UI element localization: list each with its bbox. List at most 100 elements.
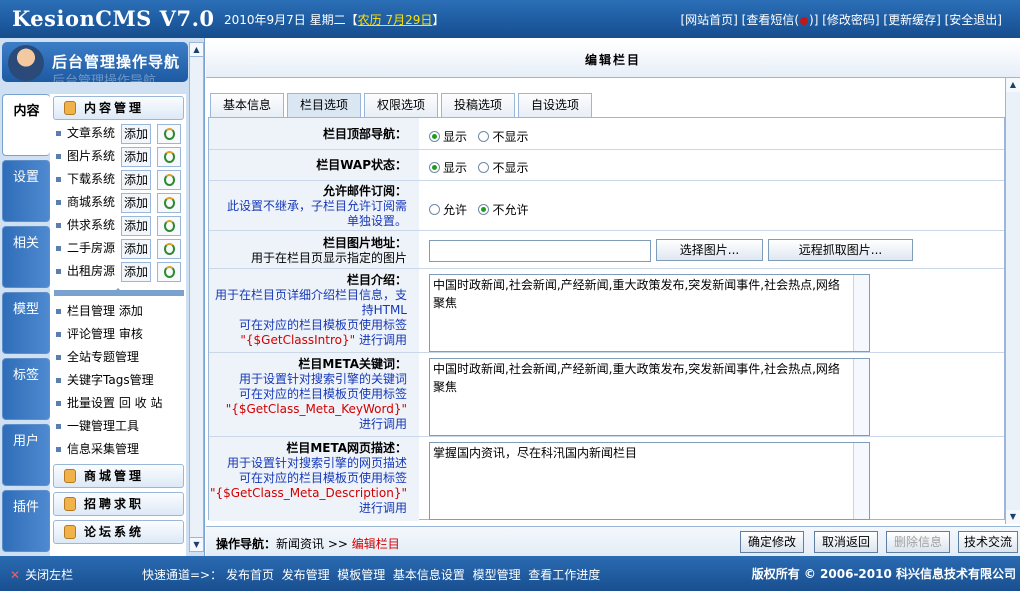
change-password-link[interactable]: [修改密码] [822,13,879,27]
radio-top-nav-hide[interactable]: 不显示 [478,130,528,144]
breadcrumb-current: 编辑栏目 [351,537,400,551]
quick-link-publish-home[interactable]: 发布首页 [226,568,274,582]
update-cache-link[interactable]: [更新缓存] [883,13,940,27]
vtab-labels[interactable]: 标签 [2,358,50,420]
menu-item-rental[interactable]: 出租房源 [56,261,115,281]
menu-item-batch-recycle[interactable]: 批量设置 回 收 站 [56,393,162,413]
scroll-up-icon[interactable]: ▲ [190,43,203,57]
lunar-date-link[interactable]: 农历 7月29日 [358,13,433,27]
menu-item-download[interactable]: 下载系统 [56,169,115,189]
breadcrumb-news-link[interactable]: 新闻资讯 [276,537,324,551]
tab-custom-options[interactable]: 自设选项 [518,93,592,117]
vtab-users[interactable]: 用户 [2,424,50,486]
add-used-house-button[interactable]: 添加 [121,239,151,259]
section-forum-system[interactable]: 论坛系统 [53,520,184,544]
edit-icon [164,266,175,278]
quick-link-basic-settings[interactable]: 基本信息设置 [393,568,465,582]
edit-shop-button[interactable] [157,193,181,213]
vtab-content[interactable]: 内容 [2,94,50,156]
radio-wap-show[interactable]: 显示 [429,161,467,175]
radio-top-nav-show[interactable]: 显示 [429,130,467,144]
add-article-button[interactable]: 添加 [121,124,151,144]
select-image-button[interactable]: 选择图片... [656,239,763,261]
menu-item-supply[interactable]: 供求系统 [56,215,115,235]
cancel-button[interactable]: 取消返回 [814,531,878,553]
row-top-nav: 栏目顶部导航： 显示 不显示 [209,118,1004,150]
main-scrollbar[interactable]: ▲ ▼ [1005,78,1020,524]
textarea-scrollbar[interactable] [853,359,869,435]
menu-item-photo[interactable]: 图片系统 [56,146,115,166]
row-image: 栏目图片地址： 用于在栏目页显示指定的图片 选择图片... 远程抓取图片... [209,231,1004,269]
radio-wap-hide[interactable]: 不显示 [478,161,528,175]
scroll-up-icon[interactable]: ▲ [1006,78,1020,92]
collapse-divider[interactable] [54,288,184,296]
tab-permission-options[interactable]: 权限选项 [364,93,438,117]
vtab-model[interactable]: 模型 [2,292,50,354]
menu-item-article[interactable]: 文章系统 [56,123,115,143]
nav-header: 后台管理操作导航 后台管理操作导航 [2,42,188,82]
tab-category-options[interactable]: 栏目选项 [287,93,361,117]
add-supply-button[interactable]: 添加 [121,216,151,236]
vtab-plugins[interactable]: 插件 [2,490,50,552]
vtab-related[interactable]: 相关 [2,226,50,288]
tab-submission-options[interactable]: 投稿选项 [441,93,515,117]
image-url-input[interactable] [429,240,651,262]
edit-photo-button[interactable] [157,147,181,167]
edit-icon [164,220,175,232]
page-title: 编辑栏目 [206,42,1020,78]
add-rental-button[interactable]: 添加 [121,262,151,282]
quick-link-work-progress[interactable]: 查看工作进度 [528,568,600,582]
quick-link-publish-manage[interactable]: 发布管理 [282,568,330,582]
edit-used-house-button[interactable] [157,239,181,259]
logout-link[interactable]: [安全退出] [945,13,1002,27]
scroll-down-icon[interactable]: ▼ [190,537,203,551]
confirm-button[interactable]: 确定修改 [740,531,804,553]
remote-fetch-image-button[interactable]: 远程抓取图片... [768,239,913,261]
bottom-bar: ✕ 关闭左栏 快速通道=>： 发布首页 发布管理 模板管理 基本信息设置 模型管理… [0,556,1020,591]
nav-title: 后台管理操作导航 [52,53,181,71]
vtab-settings[interactable]: 设置 [2,160,50,222]
section-recruitment[interactable]: 招聘求职 [53,492,184,516]
meta-description-textarea[interactable]: 掌握国内资讯，尽在科汛国内新闻栏目 [429,442,870,520]
radio-mail-allow[interactable]: 允许 [429,203,467,217]
add-photo-button[interactable]: 添加 [121,147,151,167]
close-left-panel[interactable]: ✕ 关闭左栏 [10,566,73,583]
section-shop-management[interactable]: 商城管理 [53,464,184,488]
textarea-scrollbar[interactable] [853,443,869,519]
menu-item-used-house[interactable]: 二手房源 [56,238,115,258]
menu-item-tags-manage[interactable]: 关键字Tags管理 [56,370,154,390]
textarea-scrollbar[interactable] [853,275,869,351]
edit-supply-button[interactable] [157,216,181,236]
add-shop-button[interactable]: 添加 [121,193,151,213]
scroll-down-icon[interactable]: ▼ [1006,510,1020,524]
left-navigation: 后台管理操作导航 后台管理操作导航 内容 设置 相关 模型 标签 用户 插件 内… [0,38,205,556]
quick-link-model-manage[interactable]: 模型管理 [473,568,521,582]
site-home-link[interactable]: [网站首页] [680,13,737,27]
row-intro: 栏目介绍： 用于在栏目页详细介绍栏目信息，支持HTML 可在对应的栏目模板页使用… [209,269,1004,353]
intro-textarea[interactable]: 中国时政新闻,社会新闻,产经新闻,重大政策发布,突发新闻事件,社会热点,网络聚焦 [429,274,870,352]
quick-link-template-manage[interactable]: 模板管理 [337,568,385,582]
edit-download-button[interactable] [157,170,181,190]
edit-icon [164,174,175,186]
menu-item-one-key-tools[interactable]: 一键管理工具 [56,416,139,436]
tab-basic-info[interactable]: 基本信息 [210,93,284,117]
menu-item-topic-manage[interactable]: 全站专题管理 [56,347,139,367]
app-logo: KesionCMS V7.0 [12,6,215,31]
delete-button[interactable]: 删除信息 [886,531,950,553]
radio-mail-deny[interactable]: 不允许 [478,203,528,217]
menu-item-category-manage[interactable]: 栏目管理 添加 [56,301,143,321]
menu-item-comment-manage[interactable]: 评论管理 审核 [56,324,143,344]
current-date: 2010年9月7日 星期二【农历 7月29日】 [224,13,445,27]
edit-icon [164,197,175,209]
menu-item-shop[interactable]: 商城系统 [56,192,115,212]
add-download-button[interactable]: 添加 [121,170,151,190]
tech-support-button[interactable]: 技术交流 [958,531,1018,553]
view-sms-link[interactable]: [查看短信()] [742,13,819,27]
edit-rental-button[interactable] [157,262,181,282]
close-icon: ✕ [10,568,21,582]
meta-keywords-textarea[interactable]: 中国时政新闻,社会新闻,产经新闻,重大政策发布,突发新闻事件,社会热点,网络聚焦 [429,358,870,436]
edit-article-button[interactable] [157,124,181,144]
left-scrollbar[interactable]: ▲ ▼ [189,42,204,552]
menu-item-collect-manage[interactable]: 信息采集管理 [56,439,139,459]
section-content-management[interactable]: 内容管理 [53,96,184,120]
